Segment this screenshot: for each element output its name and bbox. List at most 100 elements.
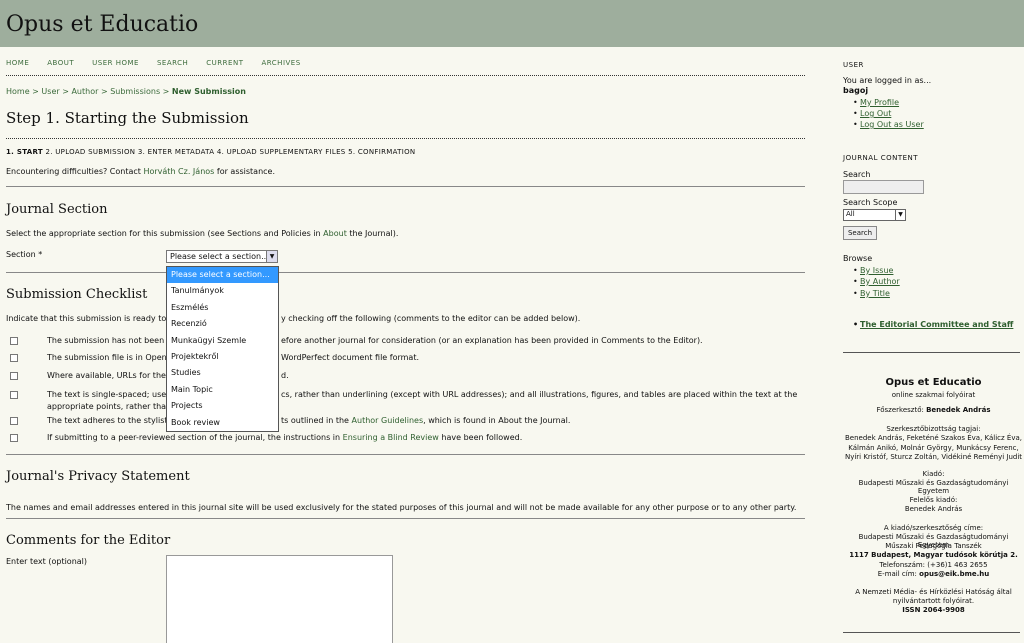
chevron-down-icon[interactable]: ▼ [266,251,277,262]
my-profile-link[interactable]: My Profile [853,98,899,107]
breadcrumb-author[interactable]: Author [71,87,98,96]
info-issn: ISSN 2064-9908 [902,606,965,614]
search-scope-label: Search Scope [843,198,898,207]
breadcrumb-submissions[interactable]: Submissions [110,87,160,96]
browse-by-author-link[interactable]: By Author [853,277,900,286]
chevron-down-icon[interactable]: ▼ [895,210,905,220]
checklist-item: Where available, URLs for the r [47,371,172,380]
checklist-checkbox[interactable] [10,434,18,442]
user-heading: USER [843,61,864,69]
divider [6,518,805,519]
step-rest: 2. UPLOAD SUBMISSION 3. ENTER METADATA 4… [45,148,416,156]
dropdown-option[interactable]: Projects [167,398,278,414]
section-select[interactable]: Please select a section... ▼ [166,250,278,263]
comments-heading: Comments for the Editor [6,533,171,548]
checklist-item: If submitting to a peer-reviewed section… [47,433,523,442]
page-title: Step 1. Starting the Submission [6,109,249,127]
journal-section-text: Select the appropriate section for this … [6,229,399,238]
dropdown-option[interactable]: Tanulmányok [167,283,278,299]
checklist-item: The submission has not been p [47,336,172,345]
info-title: Opus et Educatio [885,377,982,388]
checklist-checkbox[interactable] [10,417,18,425]
username: bagoj [843,86,869,95]
log-out-as-user-link[interactable]: Log Out as User [853,120,924,129]
author-guidelines-link[interactable]: Author Guidelines [352,416,424,425]
search-input[interactable] [843,180,924,194]
info-publisher-label: Kiadó: [922,470,945,478]
dropdown-option[interactable]: Main Topic [167,382,278,398]
info-board: Kálmán Anikó, Molnár György, Munkácsy Fe… [848,444,1019,452]
nav-user-home[interactable]: USER HOME [92,59,139,67]
info-registry: nyilvántartott folyóirat. [892,597,975,605]
nav-current[interactable]: CURRENT [206,59,243,67]
checklist-item: The text is single-spaced; uses [47,390,171,399]
info-registry: A Nemzeti Média- és Hírközlési Hatóság á… [855,588,1012,596]
checklist-checkbox[interactable] [10,391,18,399]
search-scope-select[interactable]: All ▼ [843,209,906,221]
checklist-intro-b: y checking off the following (comments t… [281,314,581,323]
info-board-label: Szerkesztőbizottság tagjai: [886,425,981,433]
checklist-item: The submission file is in OpenO [47,353,173,362]
breadcrumb-home[interactable]: Home [6,87,30,96]
divider [6,186,805,187]
browse-by-title-link[interactable]: By Title [853,289,890,298]
nav-about[interactable]: ABOUT [47,59,74,67]
dropdown-option[interactable]: Book review [167,415,278,431]
info-address: Műszaki Pedagógia Tanszék [885,542,982,550]
sidebar-divider [843,352,1020,353]
top-nav: HOME ABOUT USER HOME SEARCH CURRENT ARCH… [6,59,319,67]
info-responsible: Benedek András [904,505,963,513]
section-label: Section * [6,250,43,259]
dropdown-option[interactable]: Projektekről [167,349,278,365]
site-header: Opus et Educatio [0,0,1024,47]
comments-textarea[interactable] [166,555,393,643]
checklist-item: The text adheres to the stylistic [47,416,175,425]
dropdown-option[interactable]: Please select a section... [167,267,278,284]
step-current: 1. START [6,148,43,156]
info-editor: Főszerkesztő: Benedek András [876,406,991,414]
checklist-heading: Submission Checklist [6,287,148,302]
checklist-checkbox[interactable] [10,372,18,380]
journal-content-heading: JOURNAL CONTENT [843,154,919,162]
submission-steps: 1. START 2. UPLOAD SUBMISSION 3. ENTER M… [6,148,415,156]
log-out-link[interactable]: Log Out [853,109,891,118]
checklist-checkbox[interactable] [10,337,18,345]
nav-home[interactable]: HOME [6,59,29,67]
info-address: 1117 Budapest, Magyar tudósok körútja 2. [849,551,1018,559]
info-responsible-label: Felelős kiadó: [909,496,958,504]
divider [6,272,805,273]
nav-search[interactable]: SEARCH [157,59,188,67]
info-publisher: Budapesti Műszaki és Gazdaságtudományi E… [858,479,1009,495]
dropdown-option[interactable]: Studies [167,365,278,381]
privacy-text: The names and email addresses entered in… [6,503,797,512]
breadcrumb-user[interactable]: User [41,87,59,96]
info-email: E-mail cím: opus@eik.bme.hu [877,570,990,578]
checklist-item: efore another journal for consideration … [281,336,703,345]
search-button[interactable]: Search [843,226,877,240]
about-link[interactable]: About [323,229,347,238]
comments-label: Enter text (optional) [6,557,88,566]
info-subtitle: online szakmai folyóirat [891,391,976,399]
info-board: Benedek András, Feketéné Szakos Éva, Kál… [844,434,1023,442]
dropdown-option[interactable]: Eszmélés [167,300,278,316]
blind-review-link[interactable]: Ensuring a Blind Review [343,433,439,442]
editorial-committee-link[interactable]: The Editorial Committee and Staff [853,320,1013,329]
sidebar-divider [843,632,1020,633]
browse-by-issue-link[interactable]: By Issue [853,266,894,275]
nav-archives[interactable]: ARCHIVES [261,59,300,67]
checklist-item: ts outlined in the Author Guidelines, wh… [281,416,571,425]
browse-label: Browse [843,254,873,263]
section-dropdown: Please select a section... Tanulmányok E… [166,266,279,432]
site-title[interactable]: Opus et Educatio [6,12,198,37]
info-address-label: A kiadó/szerkesztőség címe: [883,524,984,532]
dropdown-option[interactable]: Recenzió [167,316,278,332]
contact-link[interactable]: Horváth Cz. János [143,167,214,176]
privacy-heading: Journal's Privacy Statement [6,469,190,484]
breadcrumb: Home > User > Author > Submissions > New… [6,87,246,96]
checklist-item: WordPerfect document file format. [281,353,419,362]
divider [6,454,805,455]
checklist-checkbox[interactable] [10,354,18,362]
dropdown-option[interactable]: Munkaügyi Szemle [167,333,278,349]
checklist-item: cs, rather than underlining (except with… [281,390,798,399]
search-label: Search [843,170,871,179]
